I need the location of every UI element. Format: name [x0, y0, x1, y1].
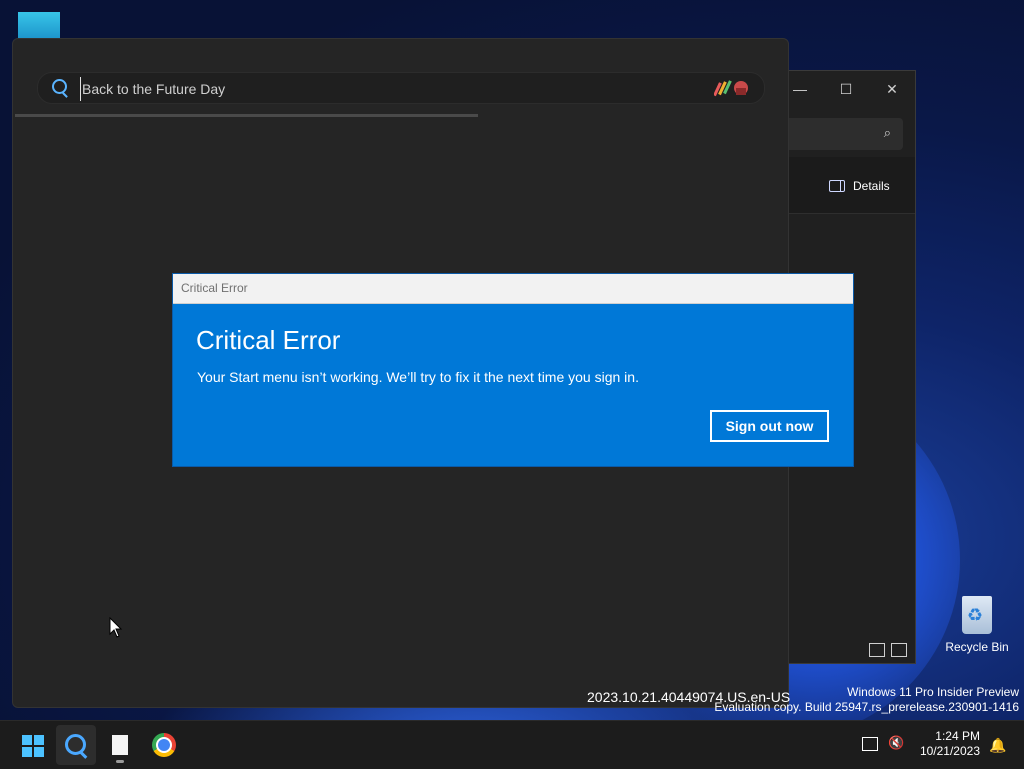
taskbar-clock[interactable]: 1:24 PM 10/21/2023 [914, 729, 980, 759]
mouse-pointer-icon [109, 617, 123, 638]
chrome-icon [152, 733, 176, 757]
taskbar-chrome-button[interactable] [144, 725, 184, 765]
clock-date: 10/21/2023 [919, 744, 980, 758]
close-button[interactable]: ✕ [877, 77, 907, 101]
details-pane-icon [829, 180, 845, 192]
explorer-toolbar: Details [781, 157, 915, 214]
sign-out-now-button[interactable]: Sign out now [710, 410, 829, 442]
recycle-bin-label: Recycle Bin [945, 640, 1009, 654]
dialog-heading: Critical Error [196, 325, 341, 355]
start-search-bar[interactable] [37, 72, 765, 104]
start-search-input[interactable] [80, 77, 684, 101]
loading-progress-bar [15, 114, 478, 117]
taskbar: 🔇 1:24 PM 10/21/2023 🔔 [0, 720, 1024, 769]
explorer-search-box[interactable]: ⌕ [781, 118, 903, 150]
file-icon [112, 735, 128, 755]
recycle-bin-shortcut[interactable]: Recycle Bin [942, 596, 1012, 654]
details-label: Details [853, 179, 890, 193]
recycle-bin-icon [962, 596, 992, 634]
tiles-view-icon[interactable] [891, 643, 907, 657]
clock-time: 1:24 PM [935, 729, 980, 743]
watermark-edition: Windows 11 Pro Insider Preview [847, 685, 1019, 699]
minimize-button[interactable]: — [785, 77, 815, 101]
dialog-message: Your Start menu isn’t working. We’ll try… [197, 369, 639, 385]
volume-muted-icon[interactable]: 🔇 [888, 735, 904, 751]
details-button[interactable]: Details [829, 179, 890, 193]
windows-logo-icon [22, 735, 44, 757]
network-icon[interactable] [862, 737, 878, 751]
notification-bell-icon[interactable]: 🔔 [989, 737, 1006, 754]
running-indicator [116, 760, 124, 763]
critical-error-dialog: Critical Error Critical Error Your Start… [172, 273, 854, 467]
search-icon [52, 79, 67, 94]
taskbar-search-button[interactable] [56, 725, 96, 765]
search-icon: ⌕ [883, 125, 891, 140]
view-switcher [869, 643, 907, 657]
list-view-icon[interactable] [869, 643, 885, 657]
search-icon [65, 734, 86, 755]
taskbar-file-button[interactable] [100, 725, 140, 765]
search-highlight-doodle-icon[interactable] [714, 78, 754, 98]
start-button[interactable] [12, 725, 52, 765]
dialog-titlebar: Critical Error [173, 274, 853, 304]
maximize-button[interactable]: ☐ [831, 77, 861, 101]
watermark-build: Evaluation copy. Build 25947.rs_prerelea… [714, 700, 1019, 714]
os-watermark: Windows 11 Pro Insider Preview Evaluatio… [714, 685, 1019, 715]
